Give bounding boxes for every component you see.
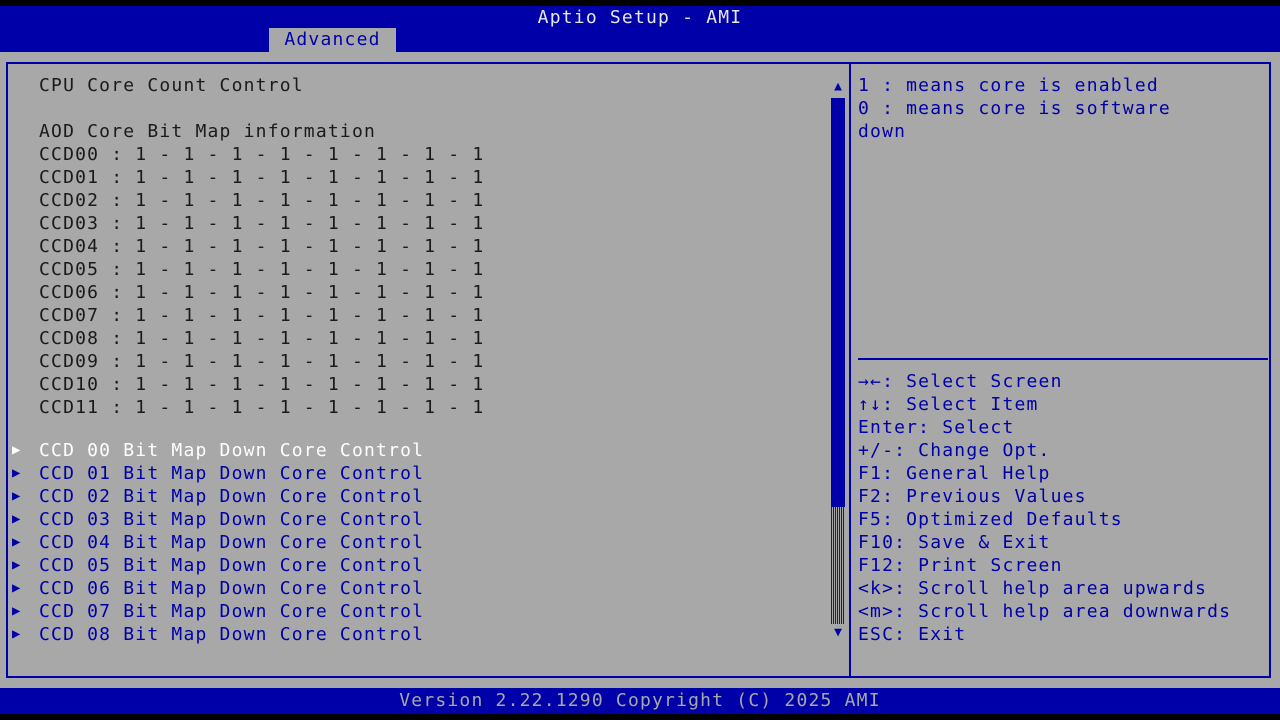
key-hint-f10: F10: Save & Exit (858, 532, 1051, 553)
help-line: 1 : means core is enabled (858, 75, 1159, 96)
triangle-right-icon: ▶ (12, 603, 21, 619)
pane-divider (849, 62, 851, 678)
ccd-row-05: CCD05 : 1 - 1 - 1 - 1 - 1 - 1 - 1 - 1 (39, 259, 485, 280)
triangle-right-icon: ▶ (12, 488, 21, 504)
submenu-label: CCD 06 Bit Map Down Core Control (39, 578, 425, 599)
key-hint-f5: F5: Optimized Defaults (858, 509, 1123, 530)
ccd-row-03: CCD03 : 1 - 1 - 1 - 1 - 1 - 1 - 1 - 1 (39, 213, 485, 234)
ccd-row-10: CCD10 : 1 - 1 - 1 - 1 - 1 - 1 - 1 - 1 (39, 374, 485, 395)
section-label: AOD Core Bit Map information (39, 121, 377, 142)
submenu-label: CCD 00 Bit Map Down Core Control (39, 440, 425, 461)
triangle-right-icon: ▶ (12, 557, 21, 573)
page-title: CPU Core Count Control (39, 75, 304, 96)
ccd-row-06: CCD06 : 1 - 1 - 1 - 1 - 1 - 1 - 1 - 1 (39, 282, 485, 303)
ccd-row-09: CCD09 : 1 - 1 - 1 - 1 - 1 - 1 - 1 - 1 (39, 351, 485, 372)
main-area: CPU Core Count Control AOD Core Bit Map … (0, 52, 1280, 688)
submenu-label: CCD 02 Bit Map Down Core Control (39, 486, 425, 507)
triangle-right-icon: ▶ (12, 511, 21, 527)
key-hint-f2: F2: Previous Values (858, 486, 1087, 507)
key-hint-select-item: ↑↓: Select Item (858, 394, 1039, 415)
key-hint-select-screen: →←: Select Screen (858, 371, 1063, 392)
help-line: 0 : means core is software (858, 98, 1171, 119)
key-hint-scroll-up: <k>: Scroll help area upwards (858, 578, 1208, 599)
triangle-right-icon: ▶ (12, 626, 21, 642)
submenu-label: CCD 07 Bit Map Down Core Control (39, 601, 425, 622)
footer-bar: Version 2.22.1290 Copyright (C) 2025 AMI (0, 688, 1280, 714)
ccd-row-00: CCD00 : 1 - 1 - 1 - 1 - 1 - 1 - 1 - 1 (39, 144, 485, 165)
help-divider (858, 358, 1268, 360)
key-hint-scroll-down: <m>: Scroll help area downwards (858, 601, 1232, 622)
submenu-label: CCD 08 Bit Map Down Core Control (39, 624, 425, 645)
app-title: Aptio Setup - AMI (537, 7, 743, 28)
submenu-label: CCD 04 Bit Map Down Core Control (39, 532, 425, 553)
triangle-right-icon: ▶ (12, 442, 21, 458)
ccd-row-02: CCD02 : 1 - 1 - 1 - 1 - 1 - 1 - 1 - 1 (39, 190, 485, 211)
key-hint-esc: ESC: Exit (858, 624, 967, 645)
scroll-down-arrow-icon[interactable]: ▼ (831, 626, 845, 640)
ccd-row-04: CCD04 : 1 - 1 - 1 - 1 - 1 - 1 - 1 - 1 (39, 236, 485, 257)
scroll-up-arrow-icon[interactable]: ▲ (831, 80, 845, 94)
version-text: Version 2.22.1290 Copyright (C) 2025 AMI (399, 690, 881, 711)
triangle-right-icon: ▶ (12, 465, 21, 481)
triangle-right-icon: ▶ (12, 580, 21, 596)
tab-advanced[interactable]: Advanced (269, 28, 396, 52)
submenu-label: CCD 01 Bit Map Down Core Control (39, 463, 425, 484)
key-hint-change-opt: +/-: Change Opt. (858, 440, 1051, 461)
header-bar: Aptio Setup - AMI Advanced (0, 6, 1280, 52)
submenu-label: CCD 05 Bit Map Down Core Control (39, 555, 425, 576)
key-hint-f12: F12: Print Screen (858, 555, 1063, 576)
ccd-row-01: CCD01 : 1 - 1 - 1 - 1 - 1 - 1 - 1 - 1 (39, 167, 485, 188)
triangle-right-icon: ▶ (12, 534, 21, 550)
help-line: down (858, 121, 907, 142)
key-hint-enter: Enter: Select (858, 417, 1015, 438)
scrollbar-thumb[interactable] (831, 98, 845, 507)
ccd-row-07: CCD07 : 1 - 1 - 1 - 1 - 1 - 1 - 1 - 1 (39, 305, 485, 326)
key-hint-f1: F1: General Help (858, 463, 1051, 484)
ccd-row-11: CCD11 : 1 - 1 - 1 - 1 - 1 - 1 - 1 - 1 (39, 397, 485, 418)
ccd-row-08: CCD08 : 1 - 1 - 1 - 1 - 1 - 1 - 1 - 1 (39, 328, 485, 349)
submenu-label: CCD 03 Bit Map Down Core Control (39, 509, 425, 530)
